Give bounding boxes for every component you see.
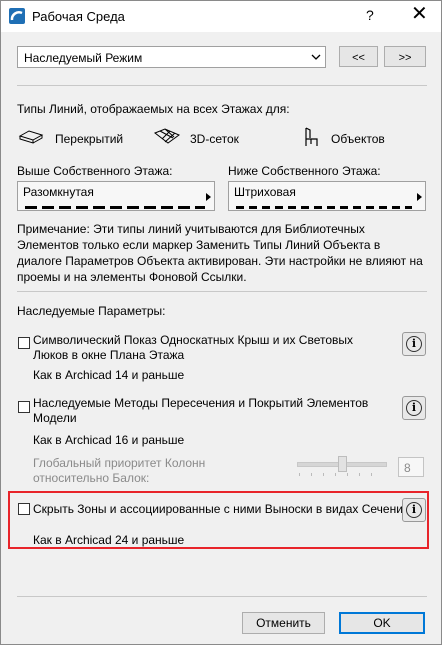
linetypes-note: Примечание: Эти типы линий учитываются д… — [17, 222, 423, 284]
close-button[interactable]: ✕ — [411, 4, 428, 24]
previous-mode-label: << — [352, 52, 365, 64]
cancel-button-label: Отменить — [256, 616, 311, 630]
mesh-label: 3D-сеток — [190, 132, 239, 146]
option1-value: Как в Archicad 14 и раньше — [33, 368, 185, 382]
above-story-linetype-picker[interactable]: Разомкнутая — [17, 181, 215, 211]
title-bar: Рабочая Среда ? ✕ — [1, 1, 441, 32]
arrow-right-icon — [417, 193, 422, 201]
linetypes-heading: Типы Линий, отображаемых на всех Этажах … — [17, 102, 290, 116]
option1-label[interactable]: Символический Показ Односкатных Крыш и и… — [33, 333, 388, 363]
option3-info-button[interactable]: i — [402, 498, 426, 522]
column-priority-label: Глобальный приоритет Колонн относительно… — [33, 456, 206, 485]
slider-ticks — [299, 473, 383, 476]
window-title: Рабочая Среда — [32, 9, 125, 24]
below-story-linetype-picker[interactable]: Штриховая — [228, 181, 426, 211]
help-button[interactable]: ? — [366, 7, 374, 23]
above-story-label: Выше Собственного Этажа: — [17, 164, 173, 178]
option3-value: Как в Archicad 24 и раньше — [33, 533, 185, 547]
slab-icon — [18, 130, 44, 144]
column-priority-field[interactable]: 8 — [398, 457, 424, 477]
dialog-window: Рабочая Среда ? ✕ Наследуемый Режим << >… — [0, 0, 442, 645]
chevron-down-icon — [311, 54, 321, 60]
option2-label[interactable]: Наследуемые Методы Пересечения и Покрыти… — [33, 396, 388, 426]
slider-thumb[interactable] — [338, 456, 347, 472]
option2-checkbox[interactable] — [18, 401, 30, 413]
archicad-app-icon — [9, 8, 25, 24]
separator — [17, 85, 427, 86]
next-mode-label: >> — [398, 52, 412, 64]
info-icon: i — [406, 400, 422, 416]
mode-dropdown-value: Наследуемый Режим — [24, 51, 143, 65]
option2-value: Как в Archicad 16 и раньше — [33, 433, 185, 447]
option3-label[interactable]: Скрыть Зоны и ассоциированные с ними Вын… — [33, 502, 410, 516]
dashed-line-preview — [25, 206, 205, 209]
info-icon: i — [406, 336, 422, 352]
option2-info-button[interactable]: i — [402, 396, 426, 420]
next-mode-button[interactable]: >> — [384, 46, 426, 67]
slabs-label: Перекрытий — [55, 132, 124, 146]
separator — [17, 291, 427, 292]
mode-dropdown[interactable]: Наследуемый Режим — [17, 46, 326, 68]
below-story-linetype-value: Штриховая — [234, 185, 296, 199]
option3-checkbox[interactable] — [18, 503, 30, 515]
option1-info-button[interactable]: i — [402, 332, 426, 356]
objects-label: Объектов — [331, 132, 385, 146]
below-story-label: Ниже Собственного Этажа: — [228, 164, 381, 178]
column-priority-value: 8 — [404, 461, 411, 475]
separator — [17, 596, 427, 597]
option1-checkbox[interactable] — [18, 337, 30, 349]
mesh-icon — [153, 128, 181, 144]
previous-mode-button[interactable]: << — [339, 46, 378, 67]
inherited-heading: Наследуемые Параметры: — [17, 304, 166, 318]
above-story-linetype-value: Разомкнутая — [23, 185, 94, 199]
ok-button[interactable]: OK — [339, 612, 425, 634]
arrow-right-icon — [206, 193, 211, 201]
cancel-button[interactable]: Отменить — [242, 612, 325, 634]
dashed-line-preview — [236, 206, 412, 209]
ok-button-label: OK — [373, 616, 391, 630]
info-icon: i — [406, 502, 422, 518]
chair-object-icon — [305, 127, 318, 146]
column-priority-slider[interactable] — [297, 456, 387, 476]
